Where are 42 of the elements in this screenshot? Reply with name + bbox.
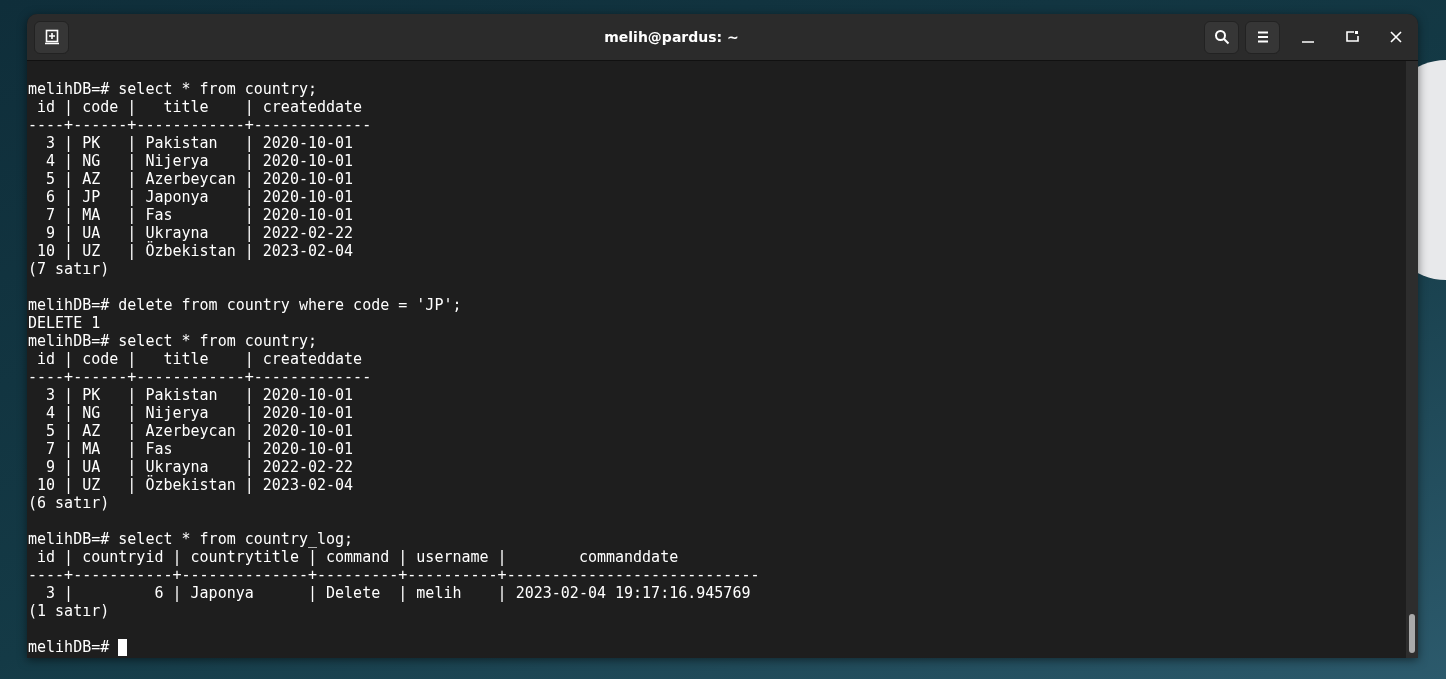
terminal-line: 4 | NG | Nijerya | 2020-10-01 <box>45 404 355 422</box>
terminal-line: ----+------+------------+------------- <box>28 368 373 386</box>
text-cursor <box>118 638 128 656</box>
terminal-line: ----+-----------+--------------+---------+----------+---------------------------- <box>28 566 761 584</box>
terminal-line: 4 | NG | Nijerya | 2020-10-01 <box>45 152 355 170</box>
terminal-line: (6 satır) <box>28 494 111 512</box>
terminal-line: 5 | AZ | Azerbeycan | 2020-10-01 <box>45 422 355 440</box>
terminal-line: melihDB=# select * from country_log; <box>28 530 355 548</box>
terminal-line: id | code | title | createddate <box>36 98 364 116</box>
terminal-line: id | countryid | countrytitle | command | username | commanddate <box>36 548 680 566</box>
terminal-line: 9 | UA | Ukrayna | 2022-02-22 <box>45 458 355 476</box>
terminal-line: (1 satır) <box>28 602 111 620</box>
scrollbar[interactable] <box>1406 61 1418 658</box>
terminal-line: 9 | UA | Ukrayna | 2022-02-22 <box>45 224 355 242</box>
new-tab-icon <box>43 29 60 45</box>
terminal-line: (7 satır) <box>28 260 111 278</box>
terminal-line: 6 | JP | Japonya | 2020-10-01 <box>45 188 355 206</box>
terminal-line: 10 | UZ | Özbekistan | 2023-02-04 <box>36 242 355 260</box>
terminal-line: DELETE 1 <box>28 314 102 332</box>
menu-icon <box>1255 30 1270 44</box>
terminal-line: id | code | title | createddate <box>36 350 364 368</box>
terminal-prompt: melihDB=# <box>28 638 110 656</box>
terminal-line: 5 | AZ | Azerbeycan | 2020-10-01 <box>45 170 355 188</box>
window-title: melih@pardus: ~ <box>603 29 740 45</box>
terminal-line: melihDB=# select * from country; <box>28 332 318 350</box>
search-icon <box>1213 29 1230 45</box>
terminal-line: 3 | PK | Pakistan | 2020-10-01 <box>45 386 355 404</box>
restore-icon <box>1345 30 1359 44</box>
scrollbar-thumb[interactable] <box>1409 614 1415 653</box>
terminal-line: ----+------+------------+------------- <box>28 116 373 134</box>
close-icon <box>1390 31 1402 43</box>
new-tab-button[interactable] <box>34 20 69 54</box>
search-button[interactable] <box>1204 20 1239 54</box>
terminal-line: 3 | 6 | Japonya | Delete | melih | 2023-02-04 19:17:16.945769 <box>45 584 752 602</box>
minimize-icon <box>1302 41 1314 43</box>
terminal-line: 7 | MA | Fas | 2020-10-01 <box>45 440 355 458</box>
terminal-line: melihDB=# select * from country; <box>28 80 318 98</box>
terminal-line: 3 | PK | Pakistan | 2020-10-01 <box>45 134 355 152</box>
terminal-line: 7 | MA | Fas | 2020-10-01 <box>45 206 355 224</box>
terminal-line: 10 | UZ | Özbekistan | 2023-02-04 <box>36 476 355 494</box>
terminal-line: melihDB=# delete from country where code = 'JP'; <box>28 296 463 314</box>
menu-button[interactable] <box>1245 20 1280 54</box>
